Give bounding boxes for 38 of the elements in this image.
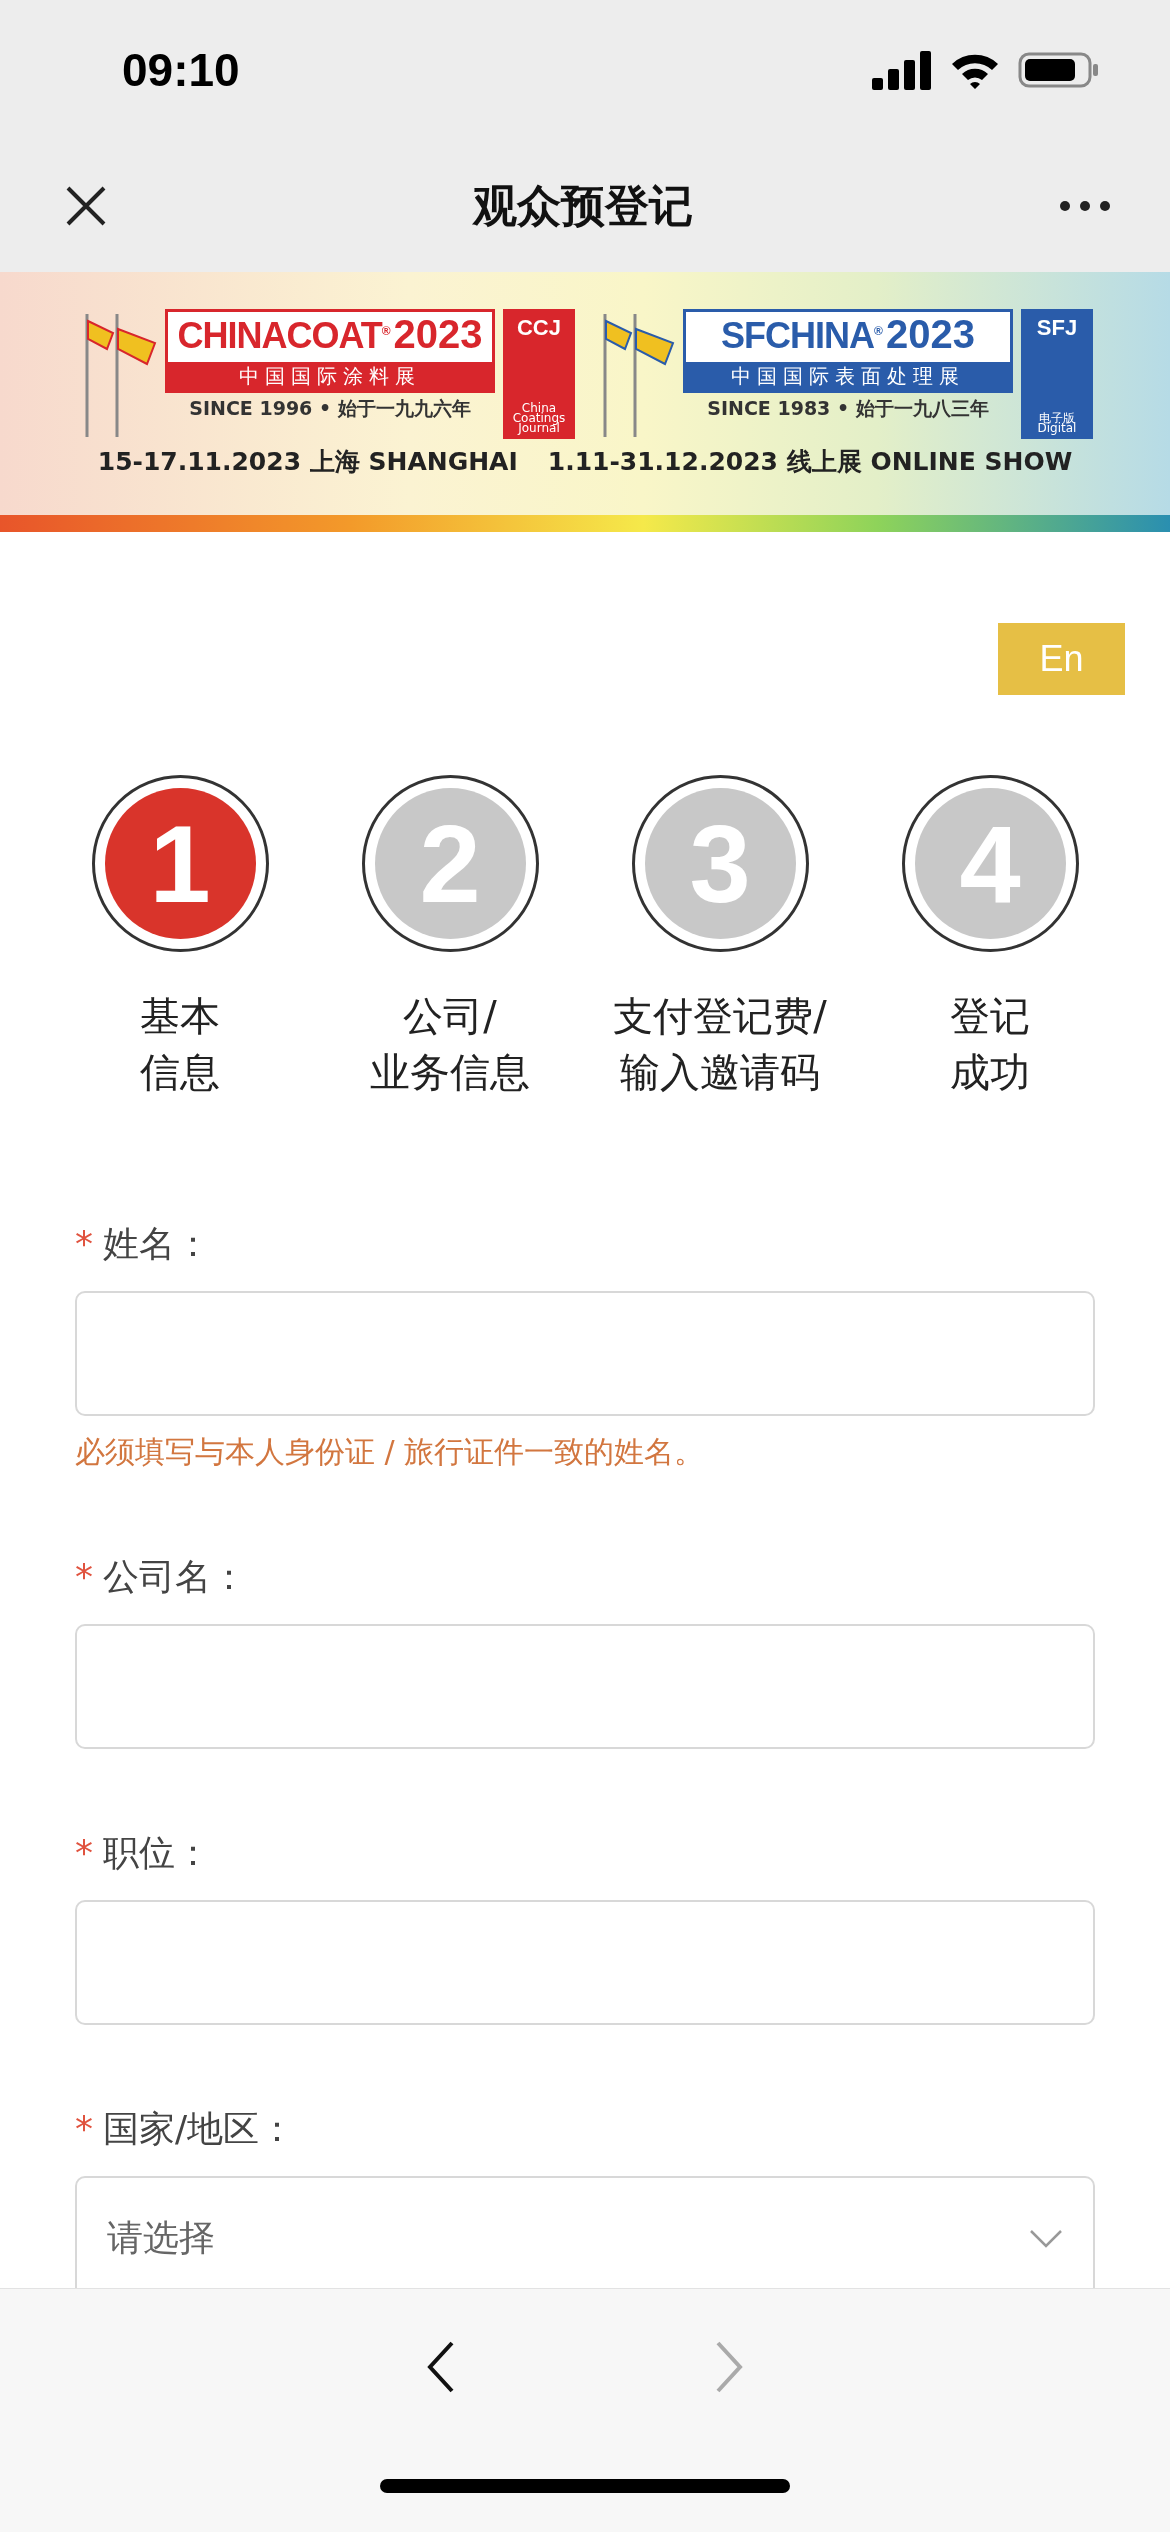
- ellipsis-icon: [1058, 199, 1112, 213]
- input-field[interactable]: [75, 1900, 1095, 2025]
- journal-note: 电子版 Digital: [1036, 413, 1078, 433]
- field-label: * 姓名：: [75, 1222, 212, 1266]
- input-field[interactable]: [75, 1624, 1095, 1749]
- step-label: 业务信息: [370, 1048, 530, 1097]
- event-year: 2023: [393, 312, 483, 357]
- field-label: * 国家/地区：: [75, 2107, 297, 2151]
- input-field[interactable]: [75, 1291, 1095, 1416]
- since-text: SINCE 1996 • 始于一九九六年: [189, 396, 471, 421]
- field-label: * 公司名：: [75, 1555, 248, 1599]
- journal-name: SFJ: [1036, 315, 1078, 341]
- journal-name: CCJ: [517, 315, 561, 341]
- journal-note: China Coatings Journal: [511, 403, 567, 433]
- step-label: 公司/: [403, 992, 497, 1041]
- event-logo-name: CHINACOAT$^{®}$: [177, 315, 390, 357]
- step-label: 支付登记费/: [613, 992, 827, 1041]
- event-dates: 15-17.11.2023 上海 SHANGHAI: [97, 446, 518, 478]
- status-time: 09:10: [122, 43, 240, 97]
- field-label: * 职位：: [75, 1831, 212, 1875]
- event-subtitle: 中国国际表面处理展: [686, 362, 1010, 390]
- step-label: 登记: [950, 992, 1030, 1041]
- step-badge: 1: [91, 775, 269, 952]
- since-text: SINCE 1983 • 始于一九八三年: [707, 396, 989, 421]
- event-logo-name: SFCHINA$^{®}$: [721, 315, 882, 357]
- event-dates: 1.11-31.12.2023 线上展 ONLINE SHOW: [547, 446, 1073, 478]
- chevron-down-icon: [1029, 2228, 1063, 2249]
- step-label: 成功: [950, 1048, 1030, 1097]
- step-label: 基本: [140, 992, 220, 1041]
- page-title: 观众预登记: [473, 178, 693, 233]
- signal-icon: [872, 50, 932, 90]
- close-icon: [64, 184, 108, 228]
- event-year: 2023: [885, 312, 975, 357]
- step-label: 信息: [140, 1048, 220, 1097]
- event-subtitle: 中国国际涂料展: [168, 362, 492, 390]
- step-label: 输入邀请码: [620, 1048, 820, 1097]
- field-hint: 必须填写与本人身份证 / 旅行证件一致的姓名。: [75, 1433, 706, 1471]
- battery-icon: [1018, 50, 1100, 90]
